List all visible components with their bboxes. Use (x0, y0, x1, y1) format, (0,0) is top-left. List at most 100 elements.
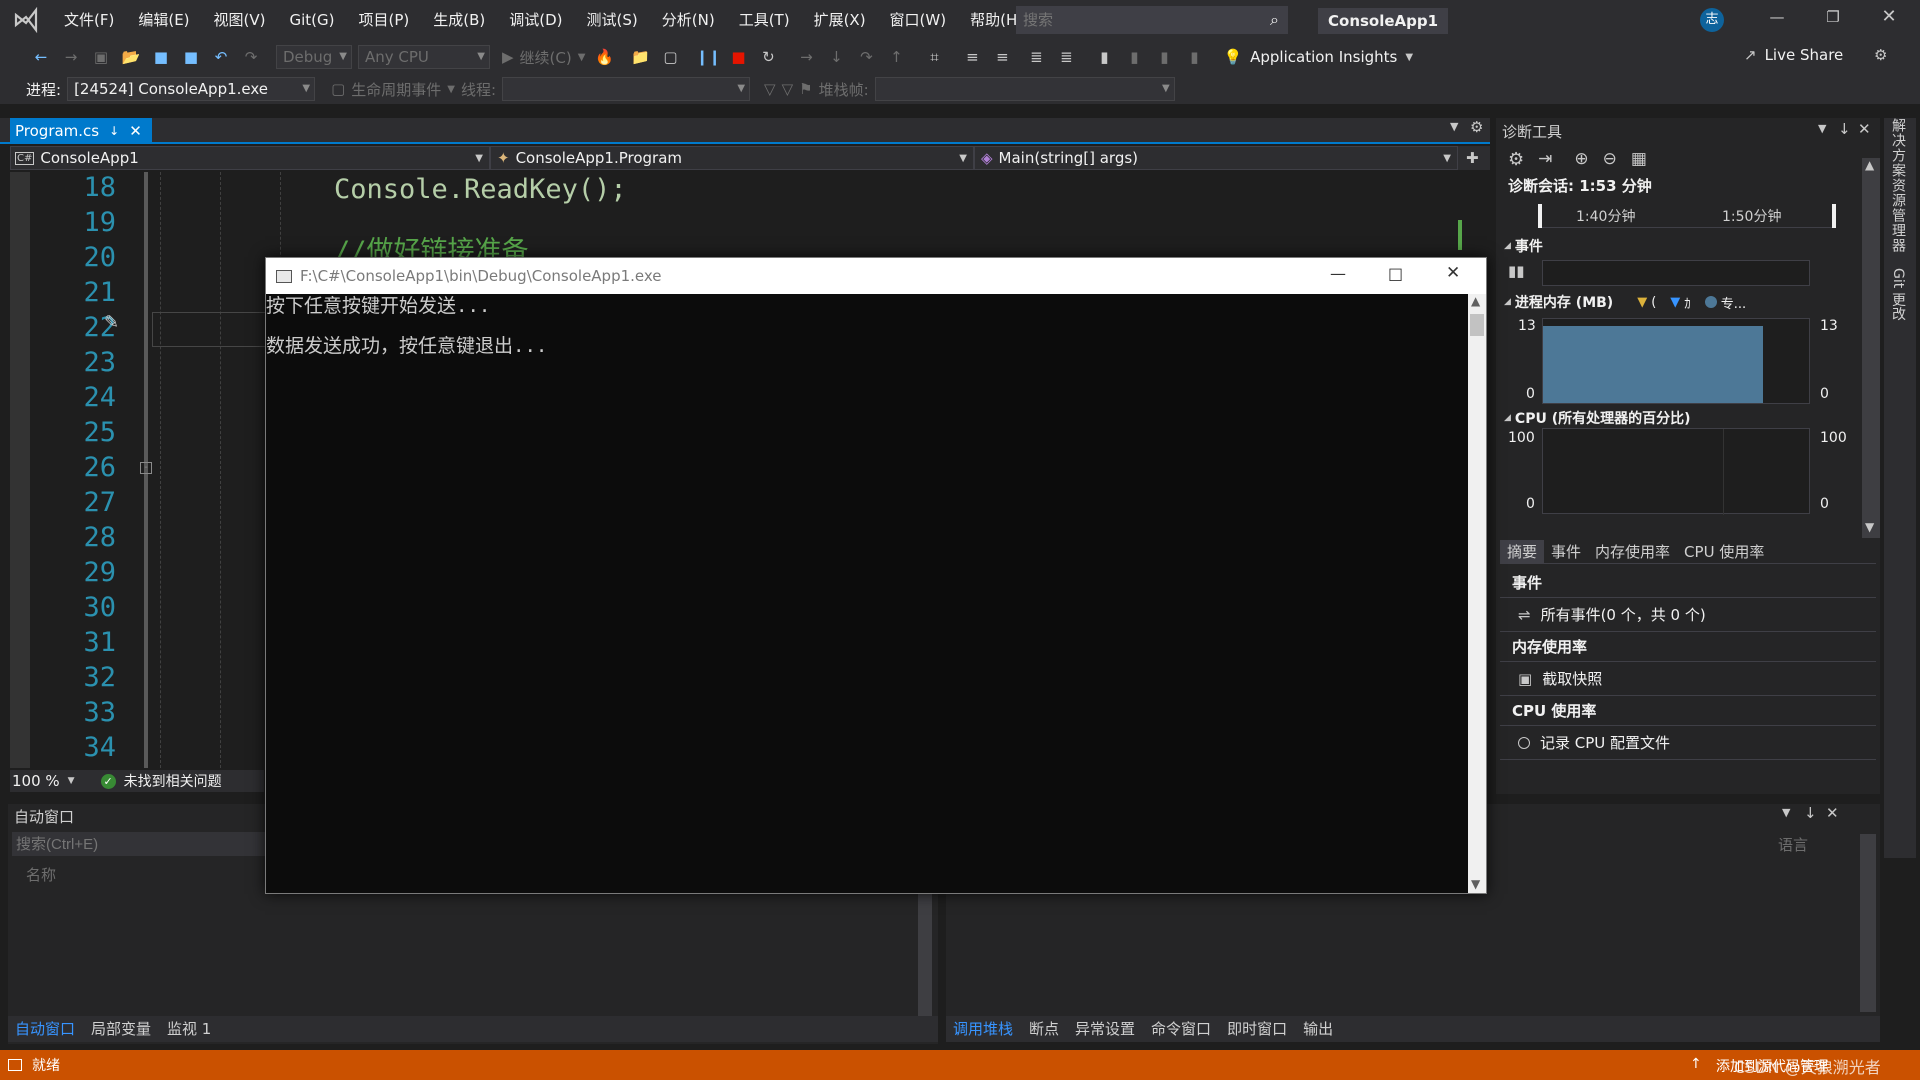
cpu-section-header[interactable]: ◢ CPU (所有处理器的百分比) (1504, 408, 1691, 428)
tab-locals[interactable]: 局部变量 (84, 1017, 158, 1041)
tab-cpu-usage[interactable]: CPU 使用率 (1677, 540, 1771, 564)
menu-view[interactable]: 视图(V) (202, 0, 278, 40)
bookmark-icon[interactable]: ▮ (1091, 44, 1117, 70)
console-window[interactable]: F:\C#\ConsoleApp1\bin\Debug\ConsoleApp1.… (265, 257, 1487, 894)
zoom-out-icon[interactable]: ⊖ (1603, 149, 1617, 169)
align-left-icon[interactable]: ≡ (959, 44, 985, 70)
menu-test[interactable]: 测试(S) (575, 0, 650, 40)
menu-extensions[interactable]: 扩展(X) (802, 0, 878, 40)
vs-logo-icon[interactable] (0, 0, 52, 40)
pin-icon[interactable]: ↓ (1804, 804, 1817, 822)
settings-gear-icon[interactable]: ⚙ (1508, 149, 1524, 170)
comment-icon[interactable]: ≣ (1023, 44, 1049, 70)
memory-section-header[interactable]: ◢ 进程内存 (MB) ▼ ( ▼ ｶ 专... (1504, 292, 1874, 312)
console-close-button[interactable]: ✕ (1446, 263, 1460, 283)
autos-search-input[interactable] (12, 832, 262, 856)
tab-watch-1[interactable]: 监视 1 (160, 1017, 218, 1041)
redo-icon[interactable]: ↷ (238, 44, 264, 70)
record-cpu-profile-button[interactable]: 记录 CPU 配置文件 (1500, 726, 1876, 760)
pause-icon[interactable]: ❙❙ (695, 44, 721, 70)
callstack-column-language[interactable]: 语言 (1778, 834, 1808, 855)
hex-display-icon[interactable]: ⌗ (921, 44, 947, 70)
back-icon[interactable]: ← (28, 44, 54, 70)
tab-program-cs[interactable]: Program.cs ↓ ✕ (10, 118, 152, 144)
scroll-down-icon[interactable]: ▼ (1471, 877, 1480, 891)
tab-immediate-window[interactable]: 即时窗口 (1220, 1017, 1294, 1041)
timeline-right-handle[interactable] (1832, 204, 1836, 228)
console-title-bar[interactable]: F:\C#\ConsoleApp1\bin\Debug\ConsoleApp1.… (266, 258, 1486, 294)
menu-window[interactable]: 窗口(W) (878, 0, 959, 40)
close-tab-icon[interactable]: ✕ (129, 122, 142, 140)
console-scroll-thumb[interactable] (1470, 314, 1484, 336)
continue-button[interactable]: ▶ 继续(C) ▼ (502, 47, 585, 68)
application-insights-button[interactable]: 💡 Application Insights ▼ (1223, 48, 1413, 66)
memory-chart[interactable] (1542, 318, 1810, 404)
new-project-icon[interactable]: ▣ (88, 44, 114, 70)
align-right-icon[interactable]: ≡ (989, 44, 1015, 70)
menu-git[interactable]: Git(G) (278, 0, 347, 40)
process-select[interactable]: [24524] ConsoleApp1.exe ▼ (67, 77, 316, 101)
menu-file[interactable]: 文件(F) (52, 0, 126, 40)
feedback-icon[interactable]: ⚙ (1874, 46, 1887, 64)
folder-icon[interactable]: 📁 (627, 44, 653, 70)
hot-reload-icon[interactable]: 🔥 (591, 44, 617, 70)
menu-edit[interactable]: 编辑(E) (126, 0, 201, 40)
all-events-link[interactable]: ⇌ 所有事件(0 个，共 0 个) (1500, 598, 1876, 632)
console-maximize-button[interactable]: □ (1388, 264, 1403, 283)
restore-button[interactable]: ❐ (1818, 8, 1848, 32)
pin-icon[interactable]: ↓ (1838, 120, 1851, 138)
close-panel-icon[interactable]: ✕ (1858, 120, 1871, 138)
up-arrow-icon[interactable]: ↑ (1690, 1056, 1702, 1072)
reset-view-icon[interactable]: ▦ (1631, 149, 1647, 169)
stop-icon[interactable]: ■ (725, 44, 751, 70)
tab-output[interactable]: 输出 (1296, 1017, 1340, 1041)
timeline-left-handle[interactable] (1538, 204, 1542, 228)
save-icon[interactable]: ■ (148, 44, 174, 70)
pin-icon[interactable]: ↓ (109, 124, 119, 138)
chevron-down-icon[interactable]: ▼ (68, 776, 75, 786)
autos-column-name[interactable]: 名称 (26, 864, 56, 885)
scroll-up-icon[interactable]: ▲ (1865, 158, 1874, 172)
step-over-icon[interactable]: ↷ (853, 44, 879, 70)
search-input[interactable] (1017, 7, 1247, 33)
events-section-header[interactable]: ◢ 事件 (1504, 236, 1543, 256)
undo-icon[interactable]: ↶ (208, 44, 234, 70)
browser-link-icon[interactable]: ▢ (657, 44, 683, 70)
live-share-button[interactable]: ↗ Live Share (1744, 46, 1843, 64)
save-all-icon[interactable]: ■ (178, 44, 204, 70)
close-button[interactable]: ✕ (1874, 6, 1904, 30)
diag-vscrollbar[interactable]: ▲ ▼ (1862, 158, 1880, 538)
step-into-icon[interactable]: ↓ (823, 44, 849, 70)
platform-select[interactable]: Any CPU ▼ (358, 45, 490, 69)
tab-exception-settings[interactable]: 异常设置 (1068, 1017, 1142, 1041)
menu-build[interactable]: 生成(B) (421, 0, 497, 40)
cpu-chart[interactable] (1542, 428, 1810, 515)
zoom-in-icon[interactable]: ⊕ (1574, 149, 1588, 169)
dropdown-icon[interactable]: ▼ (1818, 122, 1826, 135)
console-vscrollbar[interactable]: ▲ ▼ (1468, 294, 1486, 893)
menu-tools[interactable]: 工具(T) (727, 0, 802, 40)
callstack-vscrollbar[interactable] (1860, 834, 1876, 1012)
step-out-icon[interactable]: ↑ (883, 44, 909, 70)
menu-analyze[interactable]: 分析(N) (650, 0, 727, 40)
nav-project-select[interactable]: C# ConsoleApp1 ▼ (10, 146, 490, 170)
dropdown-icon[interactable]: ▼ (1782, 806, 1790, 819)
autos-search-box[interactable] (12, 832, 272, 856)
autos-vscrollbar[interactable] (918, 894, 932, 1018)
tab-call-stack[interactable]: 调用堆栈 (946, 1017, 1020, 1041)
settings-gear-icon[interactable]: ⚙ (1470, 118, 1483, 136)
tab-overflow-icon[interactable]: ▼ (1450, 120, 1458, 133)
uncomment-icon[interactable]: ≣ (1053, 44, 1079, 70)
avatar[interactable]: 志 (1700, 8, 1724, 32)
forward-icon[interactable]: → (58, 44, 84, 70)
tab-events[interactable]: 事件 (1544, 540, 1588, 564)
events-track[interactable] (1542, 260, 1810, 286)
minimize-button[interactable]: — (1762, 8, 1792, 32)
restart-icon[interactable]: ↻ (755, 44, 781, 70)
diag-timeline-ruler[interactable]: 1:40分钟 1:50分钟 (1538, 204, 1836, 228)
close-panel-icon[interactable]: ✕ (1826, 804, 1839, 822)
configuration-select[interactable]: Debug ▼ (276, 45, 352, 69)
show-next-statement-icon[interactable]: → (793, 44, 819, 70)
filter-clear-icon[interactable]: ▽ (782, 80, 794, 98)
scroll-down-icon[interactable]: ▼ (1865, 520, 1874, 534)
